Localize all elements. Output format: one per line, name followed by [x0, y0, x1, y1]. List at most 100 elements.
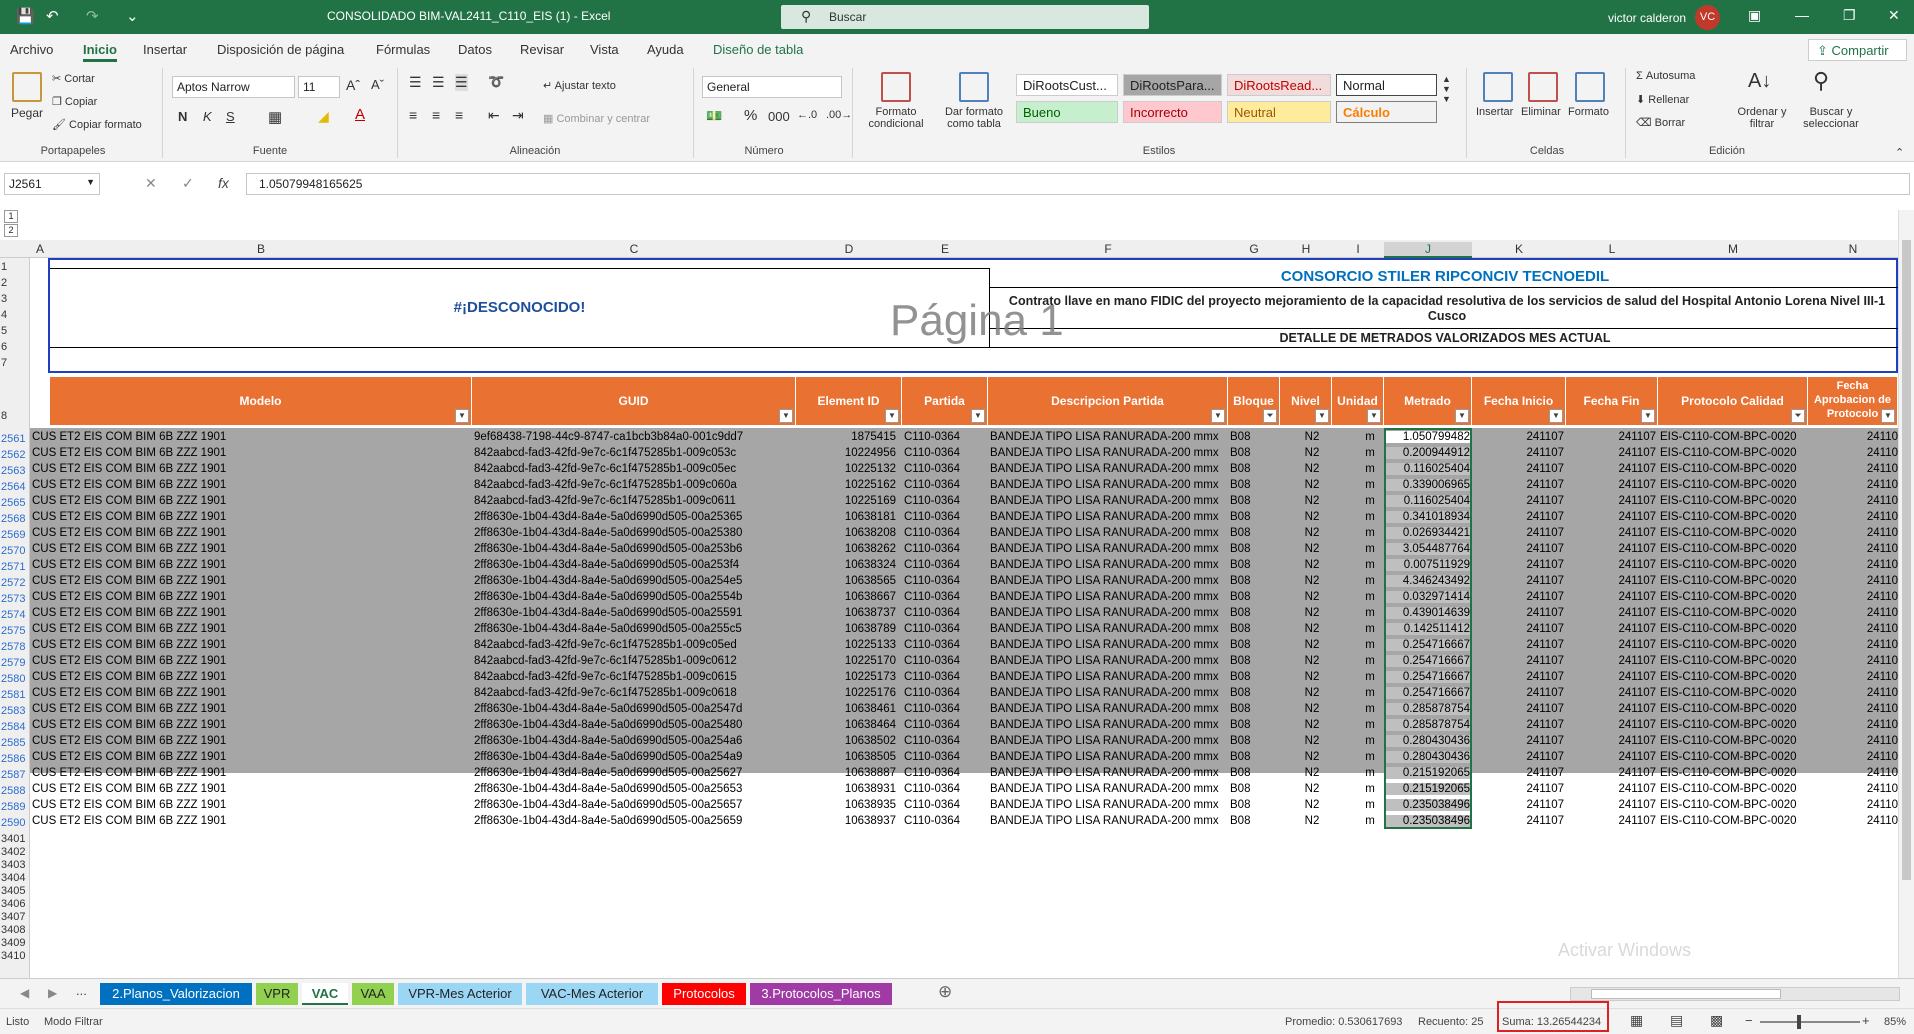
cell-guid[interactable]: 2ff8630e-1b04-43d4-8a4e-5a0d6990d505-00a… — [474, 751, 796, 763]
autosum-button[interactable]: Σ Autosuma — [1636, 70, 1695, 82]
cell-nivel[interactable]: N2 — [1292, 639, 1332, 651]
row-header[interactable]: 2562 — [0, 449, 30, 461]
cell-ff[interactable]: 241107 — [1566, 591, 1656, 603]
cell-ff[interactable]: 241107 — [1566, 623, 1656, 635]
filter-dropdown-icon[interactable]: ▼ — [971, 409, 985, 423]
cell-ff[interactable]: 241107 — [1566, 767, 1656, 779]
underline-button[interactable]: S — [226, 109, 235, 124]
cell-guid[interactable]: 842aabcd-fad3-42fd-9e7c-6c1f475285b1-009… — [474, 495, 796, 507]
tab-formulas[interactable]: Fórmulas — [376, 42, 430, 57]
save-icon[interactable]: 💾 — [16, 7, 35, 25]
cell-nivel[interactable]: N2 — [1292, 687, 1332, 699]
sheet-tab[interactable]: VPR — [256, 983, 298, 1005]
filter-dropdown-icon[interactable]: ▼ — [1315, 409, 1329, 423]
cell-desc[interactable]: BANDEJA TIPO LISA RANURADA-200 mmx — [990, 591, 1228, 603]
cell-desc[interactable]: BANDEJA TIPO LISA RANURADA-200 mmx — [990, 735, 1228, 747]
comma-style-icon[interactable]: 000 — [768, 109, 790, 124]
filter-dropdown-icon[interactable]: ▼ — [1881, 409, 1895, 423]
cell-bloque[interactable]: B08 — [1230, 575, 1276, 587]
maximize-icon[interactable]: ❐ — [1843, 7, 1856, 24]
cell-met[interactable]: 1.050799482 — [1386, 431, 1472, 443]
cell-prot[interactable]: EIS-C110-COM-BPC-0020 — [1660, 591, 1808, 603]
row-header[interactable]: 2579 — [0, 657, 30, 669]
tab-insertar[interactable]: Insertar — [143, 42, 187, 57]
row-header[interactable]: 3401 — [0, 833, 30, 845]
row-header[interactable]: 3407 — [0, 911, 30, 923]
borders-icon[interactable]: ▦ — [268, 108, 282, 126]
column-header[interactable]: I — [1332, 242, 1384, 256]
cell-fi[interactable]: 241107 — [1472, 431, 1564, 443]
status-count[interactable]: Recuento: 25 — [1418, 1016, 1483, 1028]
style-diroots-para[interactable]: DiRootsPara... — [1123, 74, 1222, 96]
cell-eid[interactable]: 10225173 — [796, 671, 896, 683]
tab-diseno-tabla[interactable]: Diseño de tabla — [713, 42, 803, 57]
styles-scroll-icon[interactable]: ▲ ▼ ▼ — [1442, 74, 1451, 104]
cell-unidad[interactable]: m — [1350, 559, 1390, 571]
table-header-modelo[interactable]: Modelo ▼ — [50, 377, 472, 425]
column-header[interactable]: B — [50, 242, 472, 256]
cell-eid[interactable]: 10225162 — [796, 479, 896, 491]
cell-fi[interactable]: 241107 — [1472, 703, 1564, 715]
sheet-tab[interactable]: VAA — [352, 983, 394, 1005]
cell-unidad[interactable]: m — [1350, 623, 1390, 635]
cell-fi[interactable]: 241107 — [1472, 575, 1564, 587]
cell-prot[interactable]: EIS-C110-COM-BPC-0020 — [1660, 719, 1808, 731]
page-layout-icon[interactable]: ▤ — [1670, 1012, 1683, 1029]
cell-partida[interactable]: C110-0364 — [904, 655, 986, 667]
cell-eid[interactable]: 10638937 — [796, 815, 896, 827]
cell-nivel[interactable]: N2 — [1292, 751, 1332, 763]
table-row[interactable]: CUS ET2 EIS COM BIM 6B ZZZ 1901 842aabcd-… — [30, 686, 1898, 702]
cell-fi[interactable]: 241107 — [1472, 447, 1564, 459]
cell-unidad[interactable]: m — [1350, 671, 1390, 683]
cell-partida[interactable]: C110-0364 — [904, 799, 986, 811]
customize-qat-icon[interactable]: ⌄ — [126, 7, 139, 25]
cell-met[interactable]: 0.280430436 — [1386, 751, 1472, 763]
cell-guid[interactable]: 2ff8630e-1b04-43d4-8a4e-5a0d6990d505-00a… — [474, 623, 796, 635]
cell-desc[interactable]: BANDEJA TIPO LISA RANURADA-200 mmx — [990, 463, 1228, 475]
cell-nivel[interactable]: N2 — [1292, 511, 1332, 523]
filter-dropdown-icon[interactable]: ▼ — [1367, 409, 1381, 423]
cell-partida[interactable]: C110-0364 — [904, 575, 986, 587]
sheet-tab[interactable]: 2.Planos_Valorizacion — [100, 983, 252, 1005]
cell-fap[interactable]: 24110 — [1810, 783, 1898, 795]
status-average[interactable]: Promedio: 0.530617693 — [1285, 1016, 1402, 1028]
cell-modelo[interactable]: CUS ET2 EIS COM BIM 6B ZZZ 1901 — [32, 703, 452, 715]
table-row[interactable]: CUS ET2 EIS COM BIM 6B ZZZ 1901 2ff8630e-… — [30, 542, 1898, 558]
cell-desc[interactable]: BANDEJA TIPO LISA RANURADA-200 mmx — [990, 575, 1228, 587]
zoom-level[interactable]: 85% — [1884, 1016, 1906, 1028]
cell-eid[interactable]: 10638181 — [796, 511, 896, 523]
column-header[interactable]: G — [1228, 242, 1280, 256]
vertical-scrollbar[interactable] — [1898, 210, 1914, 980]
delete-cells-button[interactable]: Eliminar — [1521, 106, 1561, 118]
cell-nivel[interactable]: N2 — [1292, 671, 1332, 683]
cell-ff[interactable]: 241107 — [1566, 575, 1656, 587]
hscroll-thumb[interactable] — [1591, 989, 1781, 999]
row-header[interactable]: 2575 — [0, 625, 30, 637]
cell-fap[interactable]: 24110 — [1810, 527, 1898, 539]
cell-fap[interactable]: 24110 — [1810, 607, 1898, 619]
cell-modelo[interactable]: CUS ET2 EIS COM BIM 6B ZZZ 1901 — [32, 463, 452, 475]
table-row[interactable]: CUS ET2 EIS COM BIM 6B ZZZ 1901 842aabcd-… — [30, 638, 1898, 654]
page-break-icon[interactable]: ▩ — [1710, 1012, 1723, 1029]
cell-guid[interactable]: 2ff8630e-1b04-43d4-8a4e-5a0d6990d505-00a… — [474, 559, 796, 571]
cell-bloque[interactable]: B08 — [1230, 623, 1276, 635]
cell-ff[interactable]: 241107 — [1566, 799, 1656, 811]
filter-dropdown-icon[interactable]: ▼ — [1211, 409, 1225, 423]
cell-ff[interactable]: 241107 — [1566, 815, 1656, 827]
cell-bloque[interactable]: B08 — [1230, 559, 1276, 571]
cell-met[interactable]: 0.007511929 — [1386, 559, 1472, 571]
row-header[interactable]: 7 — [0, 357, 30, 369]
cell-nivel[interactable]: N2 — [1292, 767, 1332, 779]
cell-met[interactable]: 3.054487764 — [1386, 543, 1472, 555]
cell-nivel[interactable]: N2 — [1292, 495, 1332, 507]
cell-fi[interactable]: 241107 — [1472, 543, 1564, 555]
close-icon[interactable]: ✕ — [1888, 7, 1900, 24]
cell-fap[interactable]: 24110 — [1810, 687, 1898, 699]
indent-decrease-icon[interactable]: ⇤ — [488, 107, 500, 124]
table-header-bloque[interactable]: Bloque ⏷ — [1228, 377, 1280, 425]
cell-guid[interactable]: 9ef68438-7198-44c9-8747-ca1bcb3b84a0-001… — [474, 431, 796, 443]
table-row[interactable]: CUS ET2 EIS COM BIM 6B ZZZ 1901 2ff8630e-… — [30, 606, 1898, 622]
cell-unidad[interactable]: m — [1350, 655, 1390, 667]
cell-guid[interactable]: 2ff8630e-1b04-43d4-8a4e-5a0d6990d505-00a… — [474, 719, 796, 731]
cell-unidad[interactable]: m — [1350, 607, 1390, 619]
